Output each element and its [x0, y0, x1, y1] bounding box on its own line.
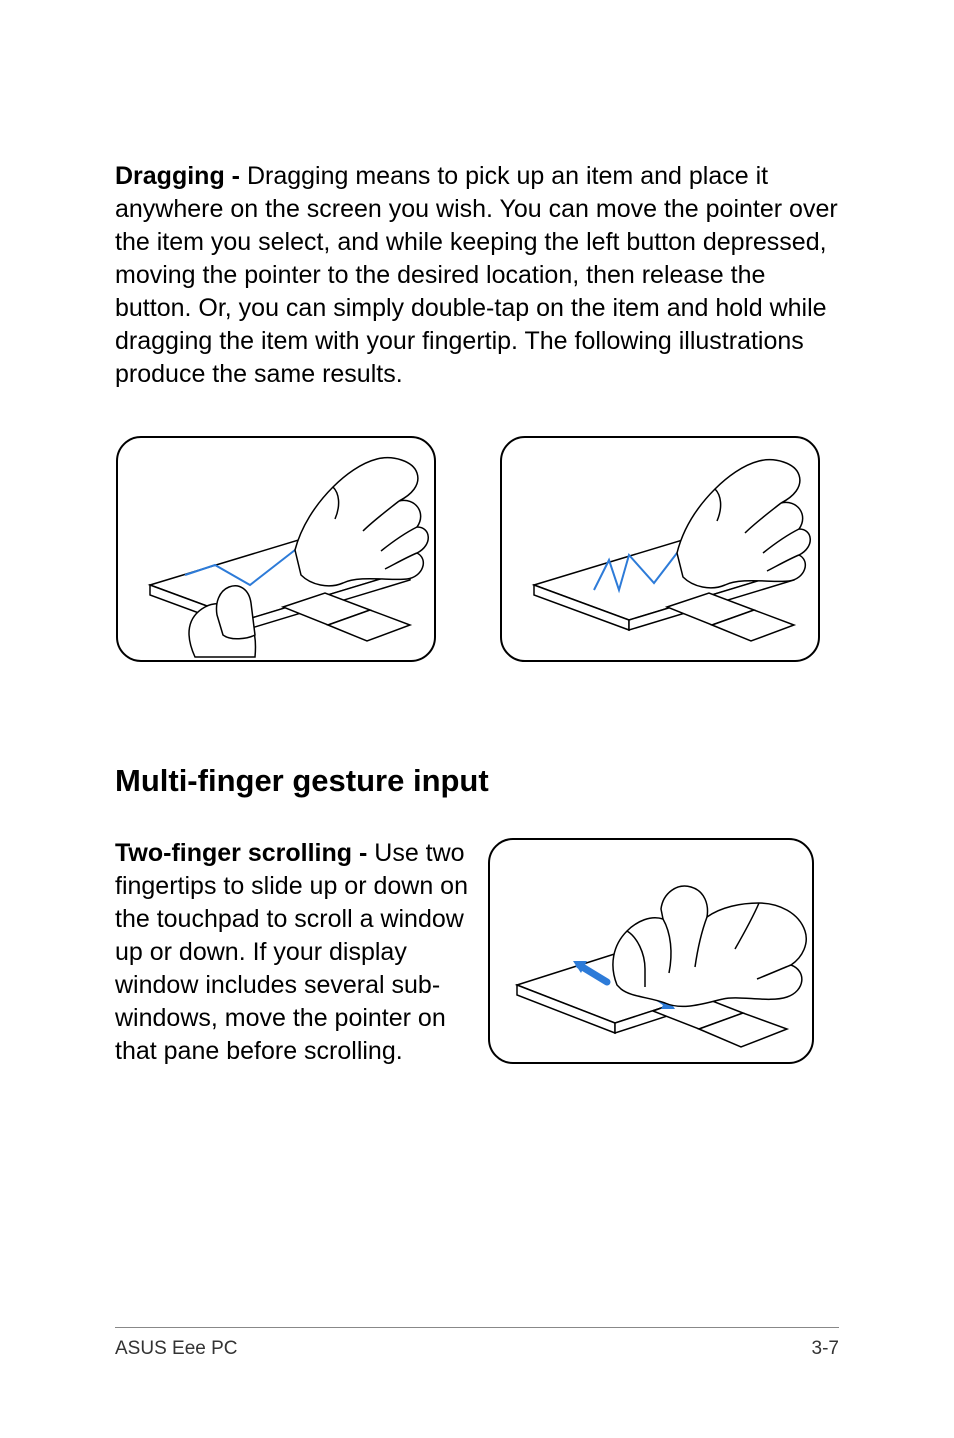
footer-left: ASUS Eee PC: [115, 1338, 238, 1360]
touchpad-drag-double-tap-illustration: [499, 435, 821, 663]
touchpad-drag-two-hands-illustration: [115, 435, 437, 663]
dragging-label: Dragging -: [115, 162, 247, 190]
two-finger-label: Two-finger scrolling -: [115, 839, 374, 867]
two-finger-body: Use two fingertips to slide up or down o…: [115, 839, 468, 1065]
illustration-row: [115, 435, 839, 663]
dragging-paragraph: Dragging - Dragging means to pick up an …: [115, 160, 839, 391]
page-footer: ASUS Eee PC 3-7: [115, 1327, 839, 1360]
two-finger-paragraph: Two-finger scrolling - Use two fingertip…: [115, 837, 477, 1068]
dragging-body: Dragging means to pick up an item and pl…: [115, 162, 838, 388]
footer-page-number: 3-7: [812, 1338, 839, 1360]
two-finger-scroll-illustration: [487, 837, 815, 1065]
multi-finger-heading: Multi-finger gesture input: [115, 763, 839, 799]
two-finger-row: Two-finger scrolling - Use two fingertip…: [115, 837, 839, 1068]
page-content: Dragging - Dragging means to pick up an …: [0, 0, 954, 1068]
